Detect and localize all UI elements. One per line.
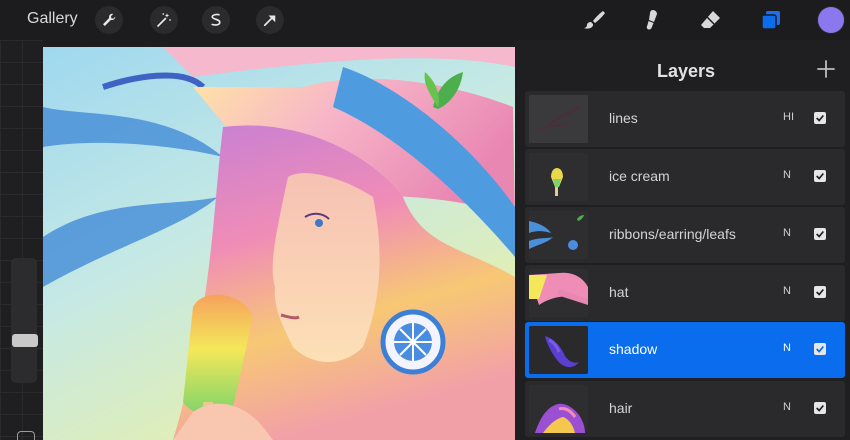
layers-title: Layers <box>656 61 716 81</box>
layer-blend-mode[interactable]: N <box>783 285 791 297</box>
layer-thumbnail <box>529 385 588 433</box>
layer-row-shadow[interactable]: shadow N <box>525 322 845 378</box>
layer-row-ribbons-earring-leafs[interactable]: ribbons/earring/leafs N <box>525 207 845 263</box>
plus-icon <box>817 60 835 78</box>
layer-thumbnail-image <box>529 95 588 143</box>
layer-thumbnail-image <box>529 326 588 374</box>
procreate-app: Gallery Layers lines HI ice cream N ribb… <box>0 0 850 440</box>
wrench-icon <box>103 13 116 26</box>
add-layer-button[interactable] <box>815 58 837 80</box>
transform-arrow-icon <box>263 15 276 27</box>
layer-thumbnail-image <box>529 153 588 201</box>
layer-blend-mode[interactable]: N <box>783 401 791 413</box>
magic-wand-icon <box>157 13 171 27</box>
selection-button[interactable] <box>202 6 230 34</box>
checkmark-icon <box>816 114 824 122</box>
layer-blend-mode[interactable]: N <box>783 227 791 239</box>
layer-thumbnail <box>529 211 588 259</box>
layer-blend-mode[interactable]: N <box>783 342 791 354</box>
layer-thumbnail <box>529 326 588 374</box>
artwork-image <box>43 47 515 440</box>
layer-thumbnail <box>529 153 588 201</box>
layer-row-ice-cream[interactable]: ice cream N <box>525 149 845 205</box>
layer-visibility-checkbox[interactable] <box>814 228 826 240</box>
smudge-icon <box>646 10 657 30</box>
gallery-button[interactable]: Gallery <box>27 10 78 28</box>
layer-name: ice cream <box>609 168 670 184</box>
brush-size-slider[interactable] <box>11 258 37 383</box>
layers-icon <box>761 11 780 30</box>
brush-icon <box>584 11 605 29</box>
eraser-button[interactable] <box>696 6 724 34</box>
layer-row-lines[interactable]: lines HI <box>525 91 845 147</box>
actions-button[interactable] <box>95 6 123 34</box>
opacity-square-button[interactable] <box>17 431 35 440</box>
layer-visibility-checkbox[interactable] <box>814 112 826 124</box>
layer-blend-mode[interactable]: HI <box>783 111 794 123</box>
layer-row-hair[interactable]: hair N <box>525 381 845 437</box>
layer-name: shadow <box>609 341 658 357</box>
brush-button[interactable] <box>580 6 608 34</box>
color-picker-button[interactable] <box>818 7 844 33</box>
layers-panel: Layers lines HI ice cream N ribbons/earr… <box>522 40 850 440</box>
selection-icon <box>211 13 221 26</box>
smudge-button[interactable] <box>637 6 665 34</box>
checkmark-icon <box>816 172 824 180</box>
layer-visibility-checkbox[interactable] <box>814 170 826 182</box>
layer-visibility-checkbox[interactable] <box>814 343 826 355</box>
checkmark-icon <box>816 345 824 353</box>
layers-button[interactable] <box>757 6 785 34</box>
layer-thumbnail-image <box>529 211 588 259</box>
layer-name: lines <box>609 110 638 126</box>
checkmark-icon <box>816 288 824 296</box>
layer-visibility-checkbox[interactable] <box>814 402 826 414</box>
checkmark-icon <box>816 230 824 238</box>
modify-button[interactable] <box>12 334 38 347</box>
drawing-canvas[interactable] <box>43 47 515 440</box>
layer-thumbnail <box>529 269 588 317</box>
layer-name: hat <box>609 284 629 300</box>
layer-name: ribbons/earring/leafs <box>609 226 736 242</box>
layer-thumbnail-image <box>529 269 588 317</box>
layer-name: hair <box>609 400 633 416</box>
layer-thumbnail <box>529 95 588 143</box>
layer-thumbnail-image <box>529 385 588 433</box>
checkmark-icon <box>816 404 824 412</box>
layer-row-hat[interactable]: hat N <box>525 265 845 321</box>
layer-blend-mode[interactable]: N <box>783 169 791 181</box>
top-toolbar: Gallery <box>0 0 850 40</box>
transform-button[interactable] <box>256 6 284 34</box>
adjustments-button[interactable] <box>150 6 178 34</box>
layer-visibility-checkbox[interactable] <box>814 286 826 298</box>
eraser-icon <box>701 11 720 28</box>
